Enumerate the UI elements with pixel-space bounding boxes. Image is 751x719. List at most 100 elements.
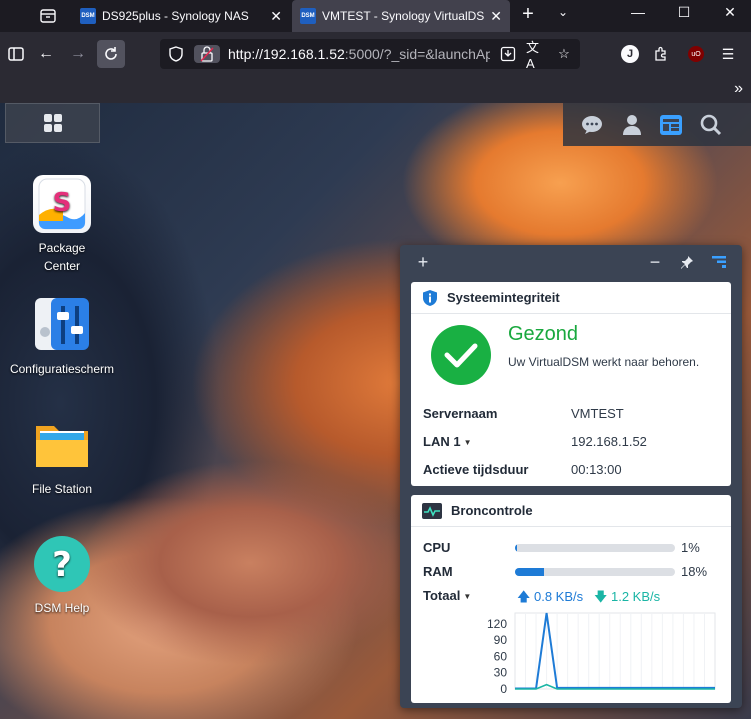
icon-label: File Station — [31, 482, 93, 496]
bookmarks-toolbar: » — [0, 76, 751, 103]
y-tick-label: 120 — [487, 617, 507, 631]
ram-bar-fill — [515, 568, 544, 576]
maximize-icon[interactable]: ☐ — [672, 4, 696, 21]
lan-selector[interactable]: LAN 1 ▼ — [423, 434, 471, 449]
top-right-toolbar — [563, 103, 751, 146]
dsm-favicon-icon: DSM — [300, 8, 316, 24]
more-bookmarks-chevron-icon[interactable]: » — [734, 80, 743, 98]
control-panel-icon — [33, 296, 91, 354]
caret-down-icon: ▼ — [463, 438, 472, 448]
tab-ds925plus[interactable]: DSM DS925plus - Synology NAS ✕ — [72, 0, 290, 32]
back-arrow-icon[interactable]: ← — [32, 40, 60, 68]
ublock-origin-icon[interactable]: uO — [686, 44, 706, 64]
health-status-text: Gezond — [508, 323, 579, 345]
network-chart: 0 30 60 90 120 — [487, 612, 716, 696]
monitor-icon — [422, 502, 442, 519]
y-tick-label: 0 — [500, 682, 507, 696]
health-card-title: Systeemintegriteit — [411, 282, 731, 314]
reload-icon[interactable] — [97, 40, 125, 68]
desktop-icon-file-station[interactable]: File Station — [2, 416, 122, 498]
lan-ip-value: 192.168.1.52 — [571, 434, 647, 449]
resource-monitor-card: Broncontrole CPU 1% RAM 18% Totaal ▼ 🡅 0.… — [411, 495, 731, 703]
desktop-icon-package-center[interactable]: S Package Center — [2, 175, 122, 275]
svg-text:S: S — [53, 188, 72, 218]
series-line-0 — [515, 612, 715, 690]
icon-label: Configuratiescherm — [9, 362, 115, 376]
upload-arrow-icon: 🡅 — [517, 589, 531, 604]
y-tick-label: 90 — [494, 633, 508, 647]
address-bar[interactable]: http://192.168.1.52:5000/?_sid=&launchAp… — [160, 39, 580, 71]
extensions-icon[interactable] — [651, 44, 671, 64]
download-arrow-icon: 🡇 — [594, 589, 608, 604]
widget-panel: + − Systeemintegriteit Gezond Uw Virtual… — [400, 245, 742, 708]
checkmark-icon — [431, 325, 491, 385]
browser-tab-bar: DSM DS925plus - Synology NAS ✕ DSM VMTES… — [0, 0, 751, 32]
y-tick-label: 60 — [494, 649, 508, 663]
widgets-icon[interactable] — [659, 113, 683, 137]
resource-card-title: Broncontrole — [411, 495, 731, 527]
health-card: Systeemintegriteit Gezond Uw VirtualDSM … — [411, 282, 731, 486]
health-status: Gezond Uw VirtualDSM werkt naar behoren. — [411, 314, 731, 390]
search-icon[interactable] — [699, 113, 723, 137]
close-icon[interactable]: ✕ — [270, 8, 282, 25]
resource-title: Broncontrole — [451, 503, 533, 518]
package-center-icon: S — [33, 175, 91, 233]
cpu-label: CPU — [423, 540, 451, 555]
desktop-icon-dsm-help[interactable]: ? DSM Help — [2, 535, 122, 617]
new-tab-button[interactable]: + — [516, 3, 540, 26]
sidebar-icon[interactable] — [2, 40, 30, 68]
minimize-widget-icon[interactable]: − — [645, 252, 665, 272]
cpu-percent: 1% — [681, 540, 700, 555]
browser-nav-bar: ← → http://192.168.1.52:5000/?_sid=&laun… — [0, 32, 751, 76]
list-all-tabs-icon[interactable]: ⌄ — [558, 5, 568, 19]
dsm-desktop: S Package Center Configuratiescherm File… — [0, 103, 751, 719]
ram-label: RAM — [423, 564, 453, 579]
icon-label: DSM Help — [34, 601, 90, 615]
servername-value: VMTEST — [571, 406, 624, 421]
user-icon[interactable] — [620, 113, 644, 137]
cpu-bar-fill — [515, 544, 517, 552]
series-line-1 — [515, 683, 715, 690]
svg-text:?: ? — [52, 545, 72, 585]
save-page-icon[interactable] — [498, 45, 518, 63]
caret-down-icon: ▼ — [463, 592, 472, 602]
help-icon: ? — [33, 535, 91, 593]
uptime-value: 00:13:00 — [571, 462, 622, 477]
health-title: Systeemintegriteit — [447, 290, 560, 305]
account-avatar[interactable]: J — [620, 44, 640, 64]
y-tick-label: 30 — [494, 666, 508, 680]
tab-title: DS925plus - Synology NAS — [102, 9, 249, 23]
translate-icon[interactable]: 文A — [526, 40, 546, 71]
desktop-icon-configuratiescherm[interactable]: Configuratiescherm — [2, 296, 122, 378]
minimize-icon[interactable]: — — [626, 4, 650, 20]
widget-layout-icon[interactable] — [709, 252, 729, 272]
info-shield-icon — [423, 289, 437, 306]
icon-label: Center — [43, 259, 81, 273]
widget-panel-header: + − — [400, 245, 742, 279]
health-status-description: Uw VirtualDSM werkt naar behoren. — [508, 355, 700, 369]
grid-icon — [43, 114, 62, 132]
firefox-view-icon[interactable] — [36, 5, 60, 27]
tab-title: VMTEST - Synology VirtualDSM — [322, 9, 485, 23]
total-selector[interactable]: Totaal ▼ — [423, 588, 471, 603]
cpu-bar — [515, 544, 675, 552]
download-speed: 🡇 1.2 KB/s — [594, 589, 661, 604]
main-menu-button[interactable] — [5, 103, 100, 143]
uptime-label: Actieve tijdsduur — [423, 462, 529, 477]
ram-bar — [515, 568, 675, 576]
servername-label: Servernaam — [423, 406, 498, 421]
window-close-icon[interactable]: ✕ — [718, 4, 742, 21]
pin-icon[interactable] — [677, 252, 697, 272]
close-icon[interactable]: ✕ — [490, 8, 502, 25]
url-text: http://192.168.1.52:5000/?_sid=&launchAp… — [228, 46, 490, 62]
add-widget-icon[interactable]: + — [413, 252, 433, 272]
bookmark-star-icon[interactable]: ☆ — [554, 45, 574, 63]
menu-icon[interactable]: ☰ — [718, 44, 738, 64]
icon-label: Package — [38, 241, 86, 255]
chat-icon[interactable] — [580, 113, 604, 137]
upload-speed: 🡅 0.8 KB/s — [517, 589, 584, 604]
tab-vmtest[interactable]: DSM VMTEST - Synology VirtualDSM ✕ — [292, 0, 510, 32]
forward-arrow-icon[interactable]: → — [64, 40, 92, 68]
shield-icon[interactable] — [166, 45, 186, 63]
insecure-lock-icon[interactable] — [194, 45, 220, 63]
